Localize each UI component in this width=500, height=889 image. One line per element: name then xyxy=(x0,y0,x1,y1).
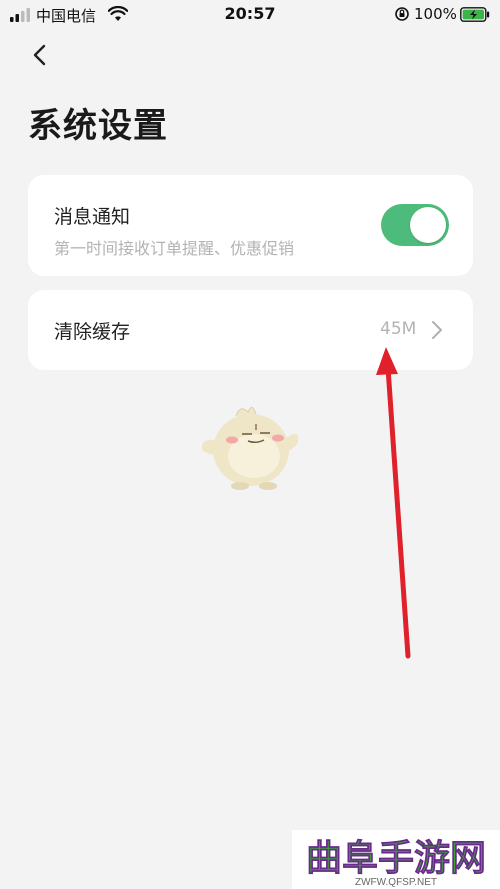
battery-percentage: 100% xyxy=(414,5,457,23)
clear-cache-row[interactable]: 清除缓存 45M xyxy=(28,290,473,370)
battery-charging-icon xyxy=(460,7,490,22)
watermark-url: ZWFW.QFSP.NET xyxy=(354,877,438,888)
settings-screen: 中国电信 20:57 100% 系统设置 消息通知 第一时间接收订单提醒、优惠促… xyxy=(0,0,500,889)
chevron-left-icon xyxy=(33,44,46,66)
notification-setting-card: 消息通知 第一时间接收订单提醒、优惠促销 xyxy=(28,175,473,276)
watermark: 曲阜手游网 ZWFW.QFSP.NET xyxy=(292,830,500,889)
chevron-right-icon xyxy=(432,321,442,339)
page-title: 系统设置 xyxy=(28,106,168,146)
clear-cache-label: 清除缓存 xyxy=(54,321,131,343)
cache-size-value: 45M xyxy=(380,319,417,339)
toggle-knob xyxy=(410,207,446,243)
mascot-illustration xyxy=(201,407,299,490)
notification-title: 消息通知 xyxy=(54,206,131,228)
notification-description: 第一时间接收订单提醒、优惠促销 xyxy=(54,239,295,258)
svg-text:曲阜手游网: 曲阜手游网 xyxy=(306,837,486,878)
status-bar: 中国电信 20:57 100% xyxy=(0,0,500,30)
watermark-logo: 曲阜手游网 xyxy=(292,830,500,878)
notification-toggle[interactable] xyxy=(381,204,449,246)
orientation-lock-icon xyxy=(395,7,409,21)
back-button[interactable] xyxy=(26,40,56,70)
